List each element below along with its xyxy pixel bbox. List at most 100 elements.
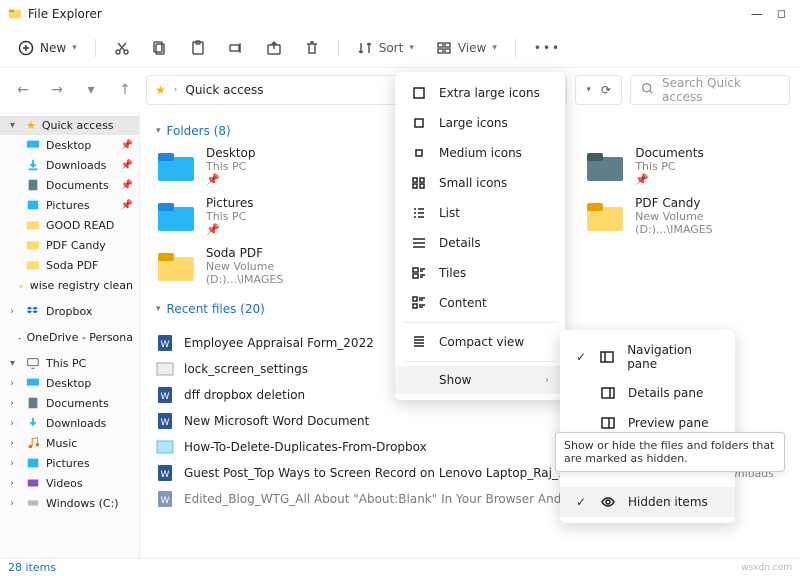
more-icon: ••• [534, 41, 561, 55]
scissors-icon [114, 40, 130, 56]
view-menu-small[interactable]: Small icons [395, 168, 565, 198]
sidebar-pc-music[interactable]: ›Music [0, 433, 139, 453]
breadcrumb-item[interactable]: Quick access [185, 83, 263, 97]
sidebar-pc-windows-c[interactable]: ›Windows (C:) [0, 493, 139, 513]
app-title: File Explorer [28, 7, 102, 21]
view-menu-large[interactable]: Large icons [395, 108, 565, 138]
medium-icon [411, 145, 427, 161]
show-menu-nav-pane[interactable]: ✓Navigation pane [560, 336, 735, 378]
pane-icon [600, 415, 616, 431]
view-menu-list[interactable]: List [395, 198, 565, 228]
extralarge-icon [411, 85, 427, 101]
search-icon [641, 82, 654, 98]
minimize-button[interactable]: — [751, 7, 763, 21]
list-icon [411, 205, 427, 221]
rename-button[interactable] [220, 36, 252, 60]
folder-pdfcandy[interactable]: PDF CandyNew Volume (D:)...\IMAGES [585, 196, 784, 236]
chevron-right-icon: › [174, 85, 178, 95]
star-icon: ★ [155, 83, 166, 97]
svg-text:W: W [161, 392, 170, 402]
tooltip: Show or hide the files and folders that … [555, 432, 785, 472]
sidebar-pc-pictures[interactable]: ›Pictures [0, 453, 139, 473]
sidebar-pc-downloads[interactable]: ›Downloads [0, 413, 139, 433]
folder-desktop[interactable]: DesktopThis PC📌 [156, 146, 355, 186]
view-menu-compact[interactable]: Compact view [395, 327, 565, 357]
copy-button[interactable] [144, 36, 176, 60]
app-icon [8, 7, 22, 21]
pin-icon: 📌 [121, 140, 133, 151]
view-menu-details[interactable]: Details [395, 228, 565, 258]
item-count: 28 items [8, 561, 56, 574]
details-icon [411, 235, 427, 251]
compact-icon [411, 334, 427, 350]
sidebar-pc-videos[interactable]: ›Videos [0, 473, 139, 493]
copy-icon [152, 40, 168, 56]
sidebar-item-downloads[interactable]: Downloads📌 [0, 155, 139, 175]
sidebar-item-desktop[interactable]: Desktop📌 [0, 135, 139, 155]
plus-icon [18, 40, 34, 56]
chevron-down-icon: ▾ [72, 43, 77, 53]
svg-text:W: W [161, 340, 170, 350]
small-icon [411, 175, 427, 191]
sidebar-item-documents[interactable]: Documents📌 [0, 175, 139, 195]
large-icon [411, 115, 427, 131]
rename-icon [228, 40, 244, 56]
sidebar: ▾★ Quick access Desktop📌 Downloads📌 Docu… [0, 112, 140, 558]
maximize-button[interactable]: ◻ [777, 7, 786, 21]
folder-documents[interactable]: DocumentsThis PC📌 [585, 146, 784, 186]
check-icon: ✓ [576, 350, 587, 364]
history-dropdown[interactable]: ▾ [78, 82, 104, 98]
show-menu-hidden-items[interactable]: ✓Hidden items [560, 487, 735, 517]
pane-icon [599, 349, 615, 365]
sidebar-dropbox[interactable]: ›Dropbox [0, 301, 139, 321]
view-menu-extra-large[interactable]: Extra large icons [395, 78, 565, 108]
toolbar: New ▾ Sort ▾ View ▾ ••• [0, 28, 800, 68]
svg-text:W: W [161, 418, 170, 428]
trash-icon [304, 40, 320, 56]
back-button[interactable]: ← [10, 82, 36, 98]
folder-sodapdf[interactable]: Soda PDFNew Volume (D:)...\IMAGES [156, 246, 355, 286]
check-icon: ✓ [576, 495, 588, 509]
sort-button[interactable]: Sort ▾ [349, 36, 422, 60]
view-menu: Extra large icons Large icons Medium ico… [395, 72, 565, 400]
sidebar-quick-access[interactable]: ▾★ Quick access [0, 116, 139, 135]
sidebar-pc-documents[interactable]: ›Documents [0, 393, 139, 413]
sidebar-item-pdfcandy[interactable]: PDF Candy [0, 235, 139, 255]
more-button[interactable]: ••• [526, 37, 569, 59]
sidebar-onedrive[interactable]: OneDrive - Persona [0, 327, 139, 347]
refresh-button[interactable]: ⟳ [601, 83, 611, 97]
titlebar: File Explorer — ◻ [0, 0, 800, 28]
paste-button[interactable] [182, 36, 214, 60]
sidebar-item-sodapdf[interactable]: Soda PDF [0, 255, 139, 275]
sort-icon [357, 40, 373, 56]
show-menu-details-pane[interactable]: Details pane [560, 378, 735, 408]
chevron-down-icon[interactable]: ▾ [586, 85, 591, 95]
sidebar-thispc[interactable]: ▾This PC [0, 353, 139, 373]
search-input[interactable]: Search Quick access [630, 75, 790, 105]
view-menu-tiles[interactable]: Tiles [395, 258, 565, 288]
watermark: wsxdn.com [741, 563, 792, 573]
paste-icon [190, 40, 206, 56]
sidebar-pc-desktop[interactable]: ›Desktop [0, 373, 139, 393]
view-menu-show[interactable]: Show› [395, 366, 565, 394]
folder-pictures[interactable]: PicturesThis PC📌 [156, 196, 355, 236]
eye-icon [600, 494, 616, 510]
cut-button[interactable] [106, 36, 138, 60]
svg-text:W: W [161, 470, 170, 480]
tiles-icon [411, 265, 427, 281]
chevron-right-icon: › [545, 375, 549, 386]
sidebar-item-wise[interactable]: wise registry clean [0, 275, 139, 295]
view-menu-medium[interactable]: Medium icons [395, 138, 565, 168]
view-button[interactable]: View ▾ [428, 36, 505, 60]
new-button[interactable]: New ▾ [10, 36, 85, 60]
view-menu-content[interactable]: Content [395, 288, 565, 318]
sidebar-item-goodread[interactable]: GOOD READ [0, 215, 139, 235]
forward-button[interactable]: → [44, 82, 70, 98]
delete-button[interactable] [296, 36, 328, 60]
up-button[interactable]: ↑ [112, 82, 138, 98]
star-icon: ★ [26, 119, 36, 132]
view-icon [436, 40, 452, 56]
show-submenu: ✓Navigation pane Details pane Preview pa… [560, 330, 735, 523]
share-button[interactable] [258, 36, 290, 60]
sidebar-item-pictures[interactable]: Pictures📌 [0, 195, 139, 215]
